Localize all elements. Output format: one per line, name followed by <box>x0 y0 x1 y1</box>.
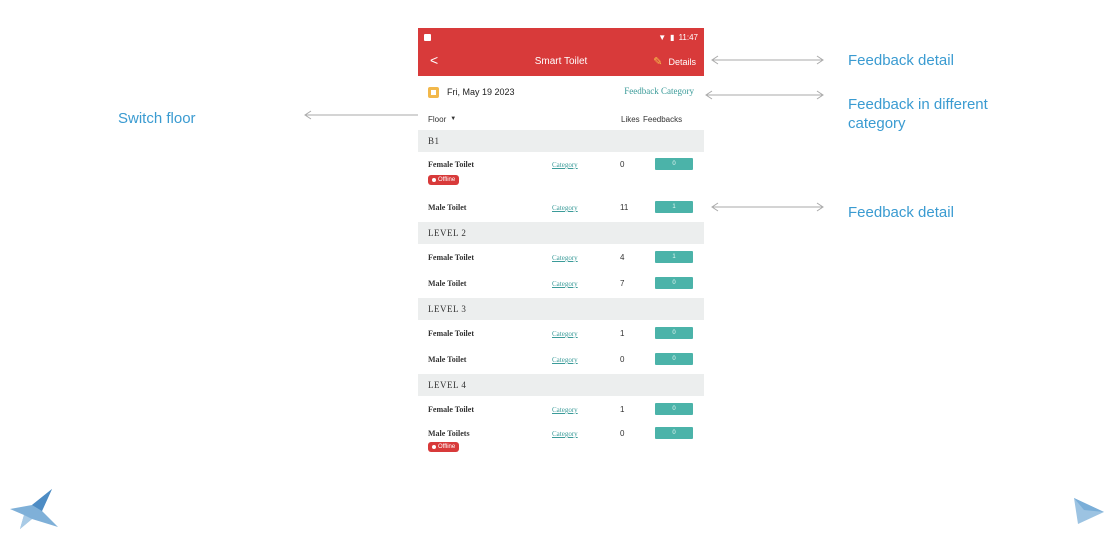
dropdown-icon: ▼ <box>450 116 457 122</box>
likes-count: 1 <box>620 329 625 338</box>
calendar-icon[interactable] <box>428 86 439 98</box>
app-bar: < Smart Toilet ✎ Details <box>418 46 704 76</box>
likes-count: 4 <box>620 253 625 262</box>
offline-badge: Offline <box>428 442 460 452</box>
feedbacks-header: Feedbacks <box>643 114 683 124</box>
table-row: Female Toilet Category 1 0 <box>418 396 704 422</box>
table-row: Male Toilet Category 11 1 <box>418 194 704 222</box>
double-arrow-icon <box>710 202 825 212</box>
annotation-feedback-detail-row: Feedback detail <box>848 204 954 221</box>
status-bar: ▼ ▮ 11:47 <box>418 28 704 46</box>
floor-section-header: LEVEL 4 <box>418 374 704 396</box>
category-link[interactable]: Category <box>552 356 578 364</box>
floor-label: Floor <box>428 114 447 124</box>
toilet-name: Male Toilets <box>428 429 470 438</box>
floor-section-header: B1 <box>418 130 704 152</box>
category-link[interactable]: Category <box>552 204 578 212</box>
table-row: Male Toilet Category 7 0 <box>418 270 704 298</box>
feedback-category-link[interactable]: Feedback Category <box>624 86 694 96</box>
category-link[interactable]: Category <box>552 430 578 438</box>
likes-count: 0 <box>620 429 625 438</box>
toilet-name: Female Toilet <box>428 253 474 262</box>
table-row: Female Toilet Category 4 1 <box>418 244 704 270</box>
toilet-name: Female Toilet <box>428 329 474 338</box>
floor-section-header: LEVEL 3 <box>418 298 704 320</box>
toilet-name: Male Toilet <box>428 355 467 364</box>
category-link[interactable]: Category <box>552 161 578 169</box>
toilet-name: Female Toilet <box>428 405 474 414</box>
status-time: 11:47 <box>678 32 698 42</box>
table-row: Male Toilet Category 0 0 <box>418 346 704 374</box>
toilet-name: Male Toilet <box>428 279 467 288</box>
likes-count: 11 <box>620 203 629 212</box>
details-label: Details <box>668 56 696 67</box>
floor-section-header: LEVEL 2 <box>418 222 704 244</box>
category-link[interactable]: Category <box>552 330 578 338</box>
battery-icon: ▮ <box>670 32 675 42</box>
offline-label: Offline <box>438 177 456 183</box>
annotation-switch-floor: Switch floor <box>118 110 196 127</box>
double-arrow-icon <box>710 55 825 65</box>
feedback-button[interactable]: 0 <box>655 277 693 289</box>
feedback-button[interactable]: 1 <box>655 251 693 263</box>
next-slide-icon[interactable] <box>1072 496 1106 526</box>
offline-badge: Offline <box>428 175 460 185</box>
column-header: Floor ▼ Likes Feedbacks <box>418 108 704 130</box>
toilet-name: Female Toilet <box>428 160 474 169</box>
likes-count: 7 <box>620 279 625 288</box>
notification-icon <box>424 33 431 41</box>
floor-dropdown[interactable]: Floor ▼ <box>428 115 456 124</box>
date-bar: Fri, May 19 2023 Feedback Category <box>418 76 704 108</box>
likes-header: Likes <box>621 114 640 124</box>
feedback-button[interactable]: 0 <box>655 158 693 170</box>
details-button[interactable]: ✎ Details <box>653 55 696 68</box>
table-row: Female Toilet Category 1 0 <box>418 320 704 346</box>
phone-screen: ▼ ▮ 11:47 < Smart Toilet ✎ Details Fri, … <box>418 28 704 484</box>
annotation-feedback-category: Feedback in different category <box>848 96 988 132</box>
date-label[interactable]: Fri, May 19 2023 <box>447 87 515 97</box>
feedback-button[interactable]: 0 <box>655 403 693 415</box>
edit-icon: ✎ <box>653 56 663 68</box>
offline-label: Offline <box>438 444 456 450</box>
feedback-button[interactable]: 0 <box>655 327 693 339</box>
table-row: Female Toilet Category 0 0 Offline <box>418 152 704 194</box>
feedback-button[interactable]: 1 <box>655 201 693 213</box>
likes-count: 0 <box>620 355 625 364</box>
feedback-button[interactable]: 0 <box>655 427 693 439</box>
category-link[interactable]: Category <box>552 280 578 288</box>
likes-count: 0 <box>620 160 625 169</box>
table-row: Male Toilets Category 0 0 Offline <box>418 422 704 462</box>
toilet-name: Male Toilet <box>428 203 467 212</box>
feedback-button[interactable]: 0 <box>655 353 693 365</box>
likes-count: 1 <box>620 405 625 414</box>
double-arrow-icon <box>704 90 825 100</box>
category-link[interactable]: Category <box>552 406 578 414</box>
double-arrow-icon <box>303 110 431 120</box>
annotation-feedback-detail-top: Feedback detail <box>848 52 954 69</box>
category-link[interactable]: Category <box>552 254 578 262</box>
star-logo-icon <box>10 489 58 529</box>
wifi-icon: ▼ <box>658 32 667 42</box>
